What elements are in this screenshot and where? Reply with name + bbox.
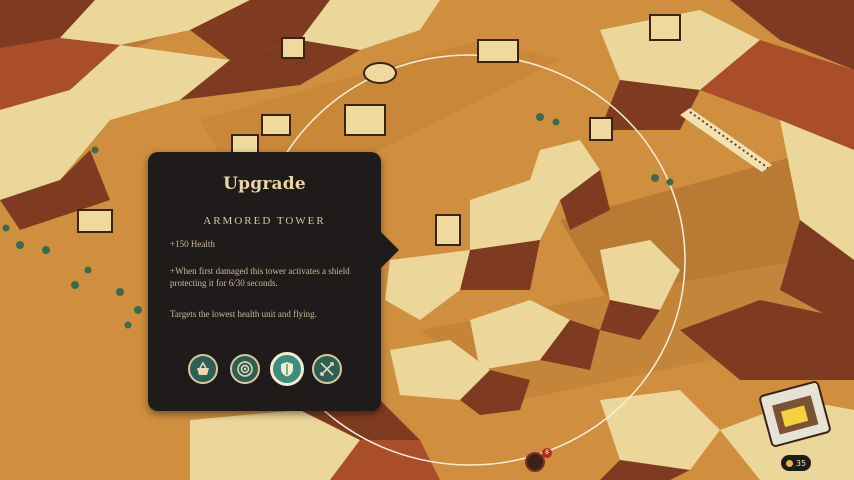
upgrade-shield-button[interactable] [270,352,304,386]
panel-title: Upgrade [223,174,306,194]
upgrade-basket-button[interactable] [188,354,218,384]
gold-amount: 35 [795,458,807,468]
upgrade-options [188,352,348,386]
gold-counter: 35 [781,455,811,471]
coin-icon [785,459,793,467]
upgrade-crossed-arrows-button[interactable] [312,354,342,384]
shield-icon [281,362,293,377]
stat-shield: +When first damaged this tower activates… [170,266,350,288]
upgrade-target-button[interactable] [230,354,260,384]
panel-pointer [381,232,399,268]
basket-icon [197,361,209,375]
target-icon [237,361,253,377]
stat-health: +150 Health [170,239,215,249]
game-map[interactable] [0,0,854,480]
upgrade-panel: Upgrade ARMORED TOWER +150 Health +When … [148,152,381,411]
stat-targeting: Targets the lowest health unit and flyin… [170,309,317,319]
tower-name: ARMORED TOWER [203,215,326,227]
enemy-count-badge: 8 [542,448,552,458]
crossed-arrows-icon [320,362,334,376]
